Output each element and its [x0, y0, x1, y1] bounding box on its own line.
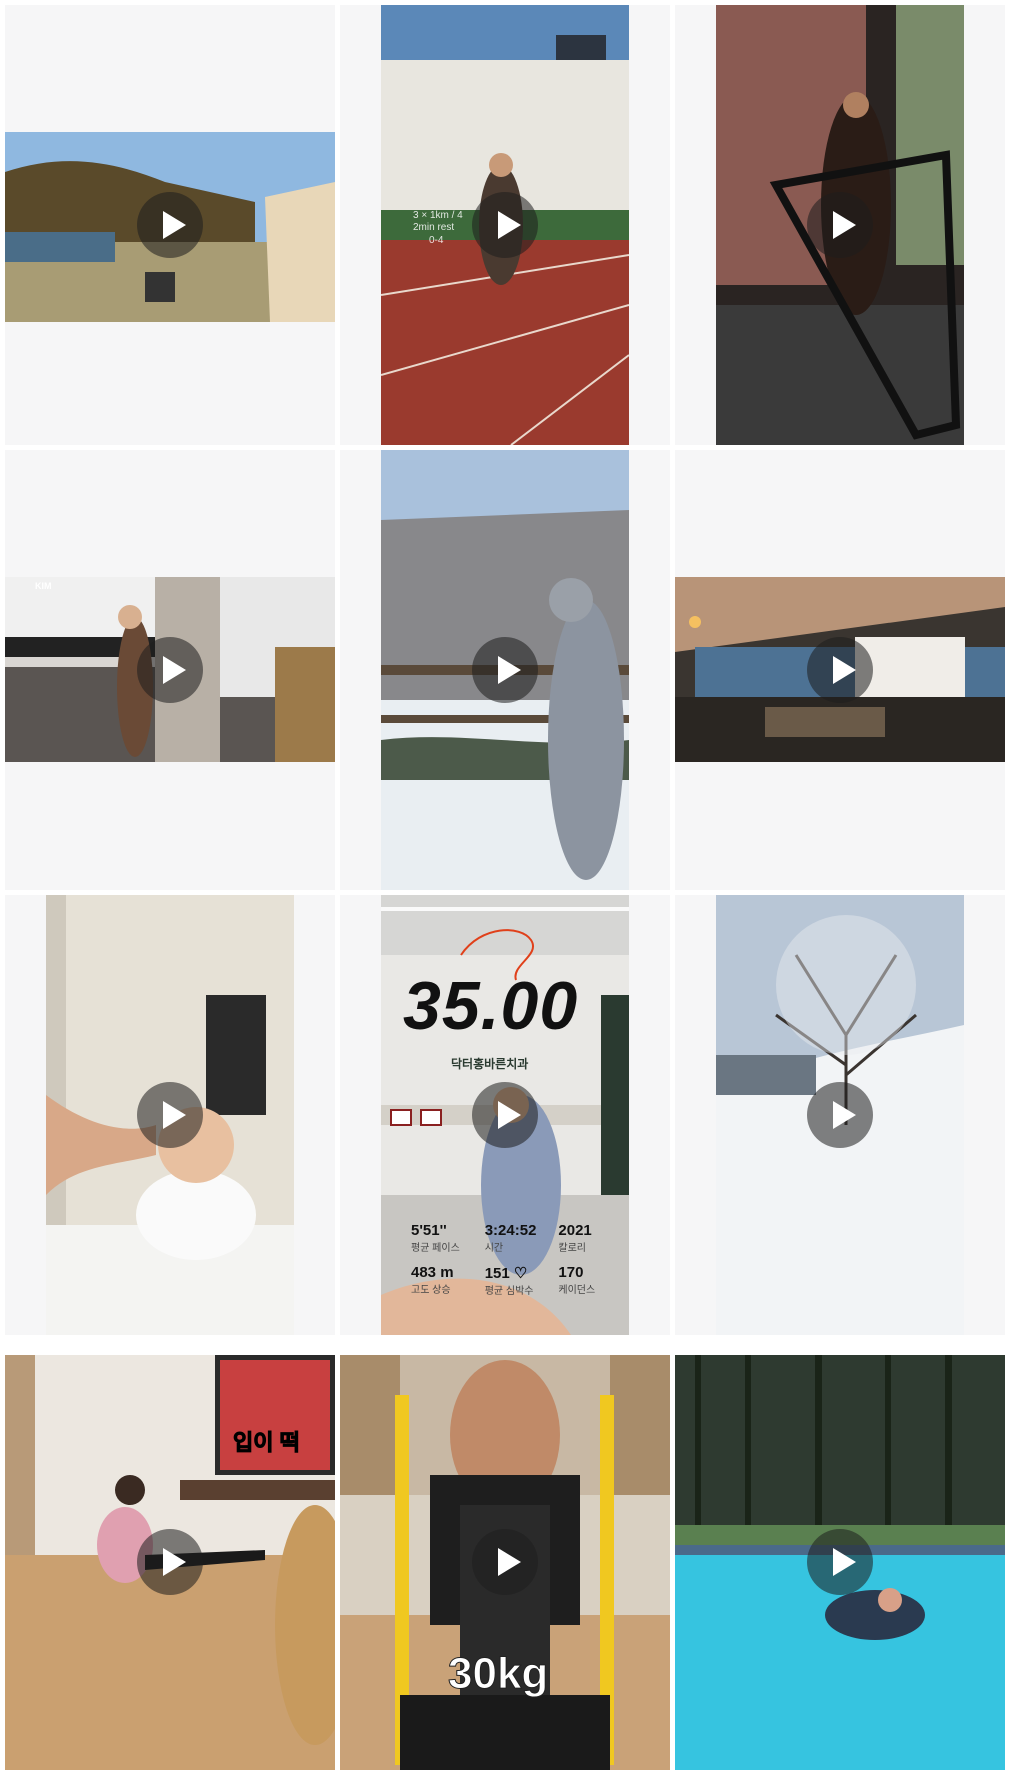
clinic-sign: 닥터홍바른치과: [451, 1057, 529, 1071]
workout-overlay-line-3: 0-4: [429, 235, 444, 246]
stat-value: 3:24:52: [484, 1222, 537, 1239]
stat-value: 151 ♡: [484, 1265, 528, 1282]
gym-sign: KIM: [35, 581, 52, 591]
play-icon: [137, 1529, 203, 1595]
stat-label: 평균 페이스: [411, 1243, 460, 1254]
video-post-10[interactable]: 입이 떡: [5, 1355, 335, 1770]
play-icon: [807, 192, 873, 258]
play-icon: [807, 1082, 873, 1148]
distance-number: 35.00: [403, 968, 579, 1044]
stat-label: 고도 상승: [411, 1285, 451, 1296]
video-post-1[interactable]: [5, 5, 335, 445]
video-post-3[interactable]: [675, 5, 1005, 445]
video-post-9[interactable]: [675, 895, 1005, 1335]
play-icon: [137, 1082, 203, 1148]
weight-caption: 30kg: [447, 1649, 549, 1699]
stat-label: 평균 심박수: [484, 1286, 534, 1297]
video-post-12[interactable]: [675, 1355, 1005, 1770]
video-grid: 3 × 1km / 4 2min rest 0-4 KIM 35.00 닥터홍바…: [0, 0, 1010, 1785]
stat-value: 170: [558, 1264, 584, 1281]
stat-label: 칼로리: [558, 1243, 587, 1254]
video-post-4[interactable]: KIM: [5, 450, 335, 890]
video-post-6[interactable]: [675, 450, 1005, 890]
workout-overlay-line-1: 3 × 1km / 4: [413, 210, 463, 221]
video-post-5[interactable]: [340, 450, 670, 890]
tv-caption: 입이 떡: [233, 1430, 301, 1456]
play-icon: [472, 637, 538, 703]
video-post-8[interactable]: 35.00 닥터홍바른치과 5'51'' 평균 페이스 3:24:52 시간 202…: [340, 895, 670, 1335]
play-icon: [472, 192, 538, 258]
play-icon: [137, 192, 203, 258]
stat-label: 시간: [484, 1243, 504, 1254]
stat-value: 2021: [558, 1222, 592, 1239]
video-post-11[interactable]: 30kg: [340, 1355, 670, 1770]
run-stats: 5'51'' 평균 페이스 3:24:52 시간 2021 칼로리 483 m 고도 상…: [411, 1212, 629, 1297]
workout-overlay-line-2: 2min rest: [413, 222, 455, 233]
stat-value: 483 m: [411, 1264, 454, 1281]
video-post-7[interactable]: [5, 895, 335, 1335]
stat-value: 5'51'': [411, 1222, 447, 1239]
stat-label: 케이던스: [558, 1285, 596, 1296]
play-icon: [137, 637, 203, 703]
play-icon: [472, 1529, 538, 1595]
play-icon: [807, 1529, 873, 1595]
play-icon: [807, 637, 873, 703]
play-icon: [472, 1082, 538, 1148]
video-post-2[interactable]: 3 × 1km / 4 2min rest 0-4: [340, 5, 670, 445]
